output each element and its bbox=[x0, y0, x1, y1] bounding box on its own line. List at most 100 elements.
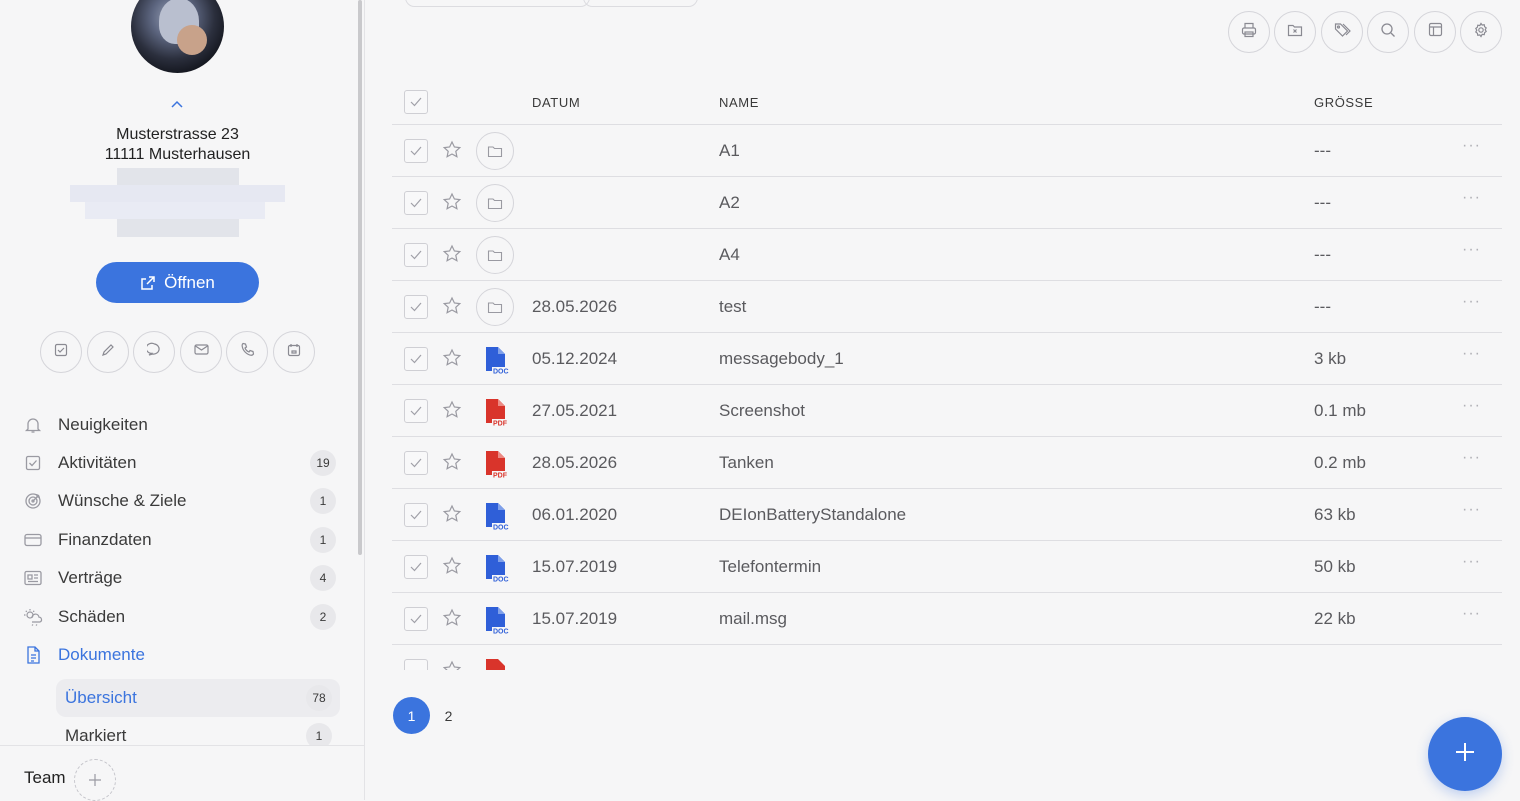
cell-name[interactable]: A4 bbox=[719, 245, 740, 265]
avatar[interactable] bbox=[131, 0, 224, 73]
quick-action-mail[interactable] bbox=[180, 331, 222, 373]
check-icon bbox=[410, 557, 422, 577]
chevron-up-icon[interactable] bbox=[168, 96, 186, 110]
more-options-icon[interactable]: ··· bbox=[1462, 501, 1481, 519]
add-document-button[interactable] bbox=[1428, 717, 1502, 791]
sidebar-item-aktivitaeten[interactable]: Aktivitäten 19 bbox=[22, 448, 342, 478]
quick-action-chat[interactable] bbox=[133, 331, 175, 373]
sidebar-item-dokumente[interactable]: Dokumente bbox=[22, 640, 342, 670]
select-all-checkbox[interactable] bbox=[404, 90, 428, 114]
table-row[interactable]: A2 --- ··· bbox=[392, 177, 1502, 229]
table-row[interactable]: PDF 27.05.2021 Screenshot 0.1 mb ··· bbox=[392, 385, 1502, 437]
row-checkbox[interactable] bbox=[404, 399, 428, 423]
table-row[interactable]: DOC 15.07.2019 Telefontermin 50 kb ··· bbox=[392, 541, 1502, 593]
more-options-icon[interactable]: ··· bbox=[1462, 449, 1481, 467]
filter-pill[interactable] bbox=[405, 0, 590, 7]
star-icon[interactable] bbox=[442, 192, 462, 217]
sidebar-item-wuensche-ziele[interactable]: Wünsche & Ziele 1 bbox=[22, 486, 342, 516]
star-icon[interactable] bbox=[442, 244, 462, 269]
star-icon[interactable] bbox=[442, 400, 462, 425]
cell-name[interactable]: Tanken bbox=[719, 453, 774, 473]
sidebar-item-finanzdaten[interactable]: Finanzdaten 1 bbox=[22, 525, 342, 555]
star-icon[interactable] bbox=[442, 608, 462, 633]
sidebar-scrollbar[interactable] bbox=[358, 0, 362, 555]
cell-name[interactable]: A2 bbox=[719, 193, 740, 213]
star-icon[interactable] bbox=[442, 140, 462, 165]
table-row[interactable]: DOC 05.12.2024 messagebody_1 3 kb ··· bbox=[392, 333, 1502, 385]
column-header-name[interactable]: NAME bbox=[719, 95, 759, 110]
cell-name[interactable]: messagebody_1 bbox=[719, 349, 844, 369]
count-badge: 19 bbox=[310, 450, 336, 476]
more-options-icon[interactable]: ··· bbox=[1462, 345, 1481, 363]
row-checkbox[interactable] bbox=[404, 295, 428, 319]
table-row[interactable]: DOC 06.01.2020 DEIonBatteryStandalone 63… bbox=[392, 489, 1502, 541]
row-checkbox[interactable] bbox=[404, 139, 428, 163]
table-row[interactable]: A4 --- ··· bbox=[392, 229, 1502, 281]
more-options-icon[interactable]: ··· bbox=[1462, 293, 1481, 311]
plus-icon bbox=[88, 767, 102, 793]
page-1-button[interactable]: 1 bbox=[393, 697, 430, 734]
row-checkbox[interactable] bbox=[404, 347, 428, 371]
quick-action-calendar[interactable] bbox=[273, 331, 315, 373]
page-2-button[interactable]: 2 bbox=[430, 697, 467, 734]
folder-action-button[interactable] bbox=[1274, 11, 1316, 53]
column-header-date[interactable]: DATUM bbox=[532, 95, 580, 110]
star-icon[interactable] bbox=[442, 452, 462, 477]
cell-name[interactable]: mail.msg bbox=[719, 609, 787, 629]
cell-size: 0.1 mb bbox=[1314, 401, 1366, 420]
check-icon bbox=[410, 609, 422, 629]
quick-action-note[interactable] bbox=[87, 331, 129, 373]
cell-name[interactable]: Telefontermin bbox=[719, 557, 821, 577]
row-checkbox[interactable] bbox=[404, 191, 428, 215]
table-row[interactable]: A1 --- ··· bbox=[392, 125, 1502, 177]
sidebar-item-schaeden[interactable]: Schäden 2 bbox=[22, 602, 342, 632]
filter-pill[interactable] bbox=[583, 0, 698, 7]
table-row[interactable]: DOC 15.07.2019 mail.msg 22 kb ··· bbox=[392, 593, 1502, 645]
more-options-icon[interactable]: ··· bbox=[1462, 137, 1481, 155]
open-button[interactable]: Öffnen bbox=[96, 262, 259, 303]
row-checkbox[interactable] bbox=[404, 659, 428, 670]
sidebar-item-label: Verträge bbox=[58, 568, 123, 587]
column-header-size[interactable]: GRÖSSE bbox=[1314, 95, 1373, 110]
cell-name[interactable]: Screenshot bbox=[719, 401, 805, 421]
check-icon bbox=[410, 349, 422, 369]
quick-action-task[interactable] bbox=[40, 331, 82, 373]
plus-icon bbox=[1454, 741, 1476, 768]
print-button[interactable] bbox=[1228, 11, 1270, 53]
search-button[interactable] bbox=[1367, 11, 1409, 53]
tags-button[interactable] bbox=[1321, 11, 1363, 53]
row-checkbox[interactable] bbox=[404, 503, 428, 527]
star-icon[interactable] bbox=[442, 660, 462, 670]
sidebar-subitem-uebersicht[interactable]: Übersicht 78 bbox=[56, 679, 340, 717]
table-row[interactable]: PDF 28.05.2026 Tanken 0.2 mb ··· bbox=[392, 437, 1502, 489]
sidebar-item-vertraege[interactable]: Verträge 4 bbox=[22, 563, 342, 593]
row-checkbox[interactable] bbox=[404, 451, 428, 475]
star-icon[interactable] bbox=[442, 296, 462, 321]
cell-name[interactable]: DEIonBatteryStandalone bbox=[719, 505, 906, 525]
more-options-icon[interactable]: ··· bbox=[1462, 397, 1481, 415]
cell-name[interactable]: test bbox=[719, 297, 746, 317]
quick-action-phone[interactable] bbox=[226, 331, 268, 373]
row-checkbox[interactable] bbox=[404, 607, 428, 631]
sidebar-item-neuigkeiten[interactable]: Neuigkeiten bbox=[22, 410, 342, 440]
pdf-file-icon bbox=[476, 652, 514, 670]
sidebar-item-label: Aktivitäten bbox=[58, 453, 137, 472]
cell-name[interactable]: A1 bbox=[719, 141, 740, 161]
star-icon[interactable] bbox=[442, 556, 462, 581]
more-options-icon[interactable]: ··· bbox=[1462, 189, 1481, 207]
external-link-icon bbox=[140, 275, 156, 291]
star-icon[interactable] bbox=[442, 504, 462, 529]
more-options-icon[interactable]: ··· bbox=[1462, 553, 1481, 571]
star-icon[interactable] bbox=[442, 348, 462, 373]
checkbox-icon bbox=[22, 452, 44, 474]
add-team-member-button[interactable] bbox=[74, 759, 116, 801]
layout-button[interactable] bbox=[1414, 11, 1456, 53]
more-options-icon[interactable]: ··· bbox=[1462, 605, 1481, 623]
table-row[interactable]: 28.05.2026 test --- ··· bbox=[392, 281, 1502, 333]
row-checkbox[interactable] bbox=[404, 555, 428, 579]
settings-button[interactable] bbox=[1460, 11, 1502, 53]
more-options-icon[interactable]: ··· bbox=[1462, 241, 1481, 259]
cell-date: 05.12.2024 bbox=[532, 349, 618, 368]
row-checkbox[interactable] bbox=[404, 243, 428, 267]
table-row[interactable] bbox=[392, 645, 1502, 670]
